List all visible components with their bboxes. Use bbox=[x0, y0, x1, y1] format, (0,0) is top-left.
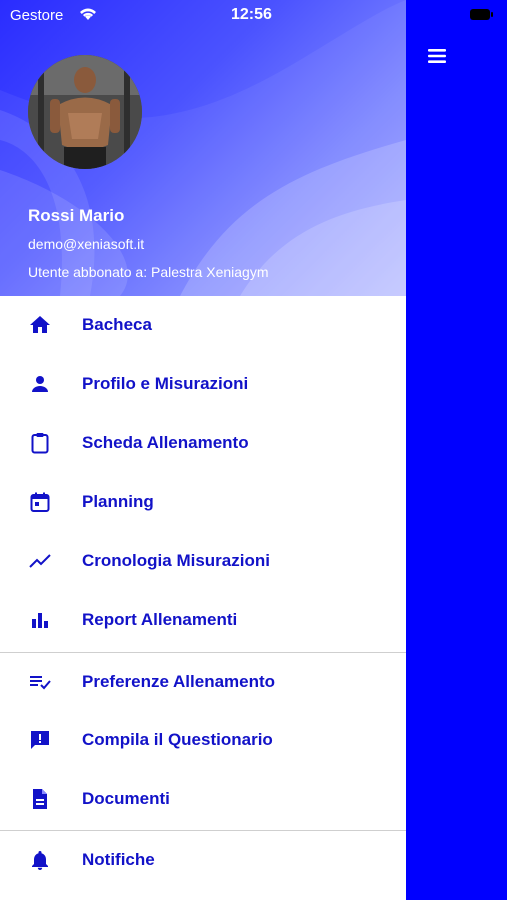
menu-item-label: Documenti bbox=[82, 789, 170, 808]
menu-item-planning[interactable]: Planning bbox=[0, 473, 406, 531]
menu-item-scheda[interactable]: Scheda Allenamento bbox=[0, 414, 406, 472]
carrier-label: Gestore bbox=[10, 7, 64, 24]
menu-item-cronologia[interactable]: Cronologia Misurazioni bbox=[0, 532, 406, 590]
hamburger-menu-icon[interactable] bbox=[425, 44, 449, 68]
document-icon bbox=[28, 787, 52, 811]
menu-item-label: Notifiche bbox=[82, 850, 155, 869]
playlist-check-icon bbox=[28, 670, 52, 694]
person-icon bbox=[28, 372, 52, 396]
menu-item-bacheca[interactable]: Bacheca bbox=[0, 296, 406, 354]
menu-item-label: Profilo e Misurazioni bbox=[82, 374, 249, 393]
menu-item-preferenze[interactable]: Preferenze Allenamento bbox=[0, 653, 406, 711]
menu-item-label: Scheda Allenamento bbox=[82, 433, 249, 452]
menu-item-label: Preferenze Allenamento bbox=[82, 672, 276, 691]
home-icon bbox=[28, 313, 52, 337]
clock: 12:56 bbox=[231, 6, 272, 23]
menu-item-label: Compila il Questionario bbox=[82, 730, 273, 749]
feedback-icon bbox=[28, 728, 52, 752]
user-email: demo@xeniasoft.it bbox=[28, 236, 145, 252]
status-bar: Gestore 12:56 bbox=[0, 0, 507, 30]
menu-item-profilo[interactable]: Profilo e Misurazioni bbox=[0, 355, 406, 413]
menu-item-documenti[interactable]: Documenti bbox=[0, 770, 406, 828]
battery-icon bbox=[470, 9, 494, 20]
avatar[interactable] bbox=[28, 55, 142, 169]
menu-item-label: Planning bbox=[82, 492, 154, 511]
menu-item-label: Report Allenamenti bbox=[82, 610, 238, 629]
wifi-icon bbox=[78, 6, 98, 26]
bar-chart-icon bbox=[28, 608, 52, 632]
bell-icon bbox=[28, 848, 52, 872]
drawer-header: Rossi Mario demo@xeniasoft.it Utente abb… bbox=[0, 0, 406, 296]
menu-item-report[interactable]: Report Allenamenti bbox=[0, 591, 406, 649]
clipboard-icon bbox=[28, 431, 52, 455]
menu-item-label: Cronologia Misurazioni bbox=[82, 551, 270, 570]
calendar-icon bbox=[28, 490, 52, 514]
trend-icon bbox=[28, 549, 52, 573]
user-name: Rossi Mario bbox=[28, 206, 125, 225]
menu-item-questionario[interactable]: Compila il Questionario bbox=[0, 711, 406, 769]
menu-item-notifiche[interactable]: Notifiche bbox=[0, 831, 406, 889]
subscription-label: Utente abbonato a: Palestra Xeniagym bbox=[28, 264, 269, 280]
navigation-drawer: Rossi Mario demo@xeniasoft.it Utente abb… bbox=[0, 0, 406, 900]
menu-item-label: Bacheca bbox=[82, 315, 152, 334]
